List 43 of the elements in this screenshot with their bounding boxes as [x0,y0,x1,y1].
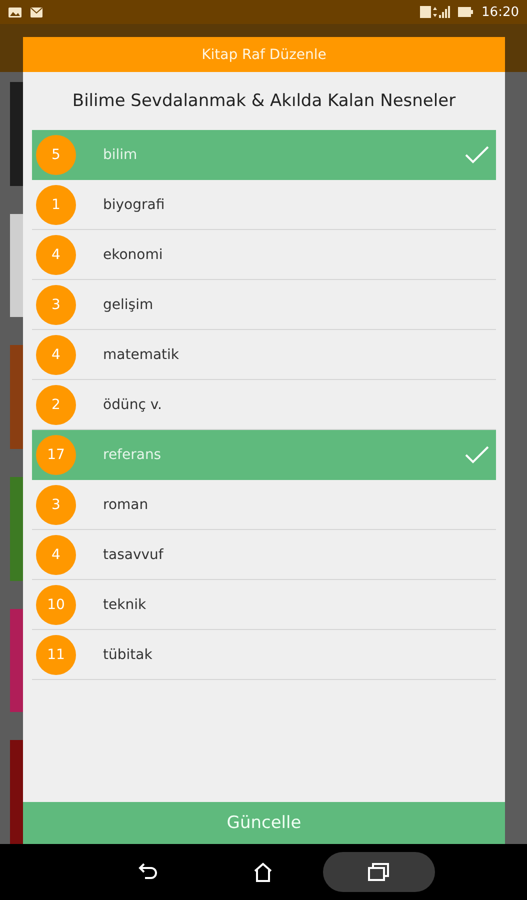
battery-icon [458,6,474,18]
shelf-name: tübitak [103,646,154,662]
count-badge: 11 [36,634,76,674]
count-badge: 3 [36,484,76,524]
count-badge: 4 [36,534,76,574]
shelf-name: referans [103,446,162,462]
shelf-name: matematik [103,346,180,362]
shelf-item[interactable]: 10 teknik [32,580,496,630]
shelf-name: roman [103,496,150,512]
recent-apps-button[interactable] [323,852,436,892]
image-icon [8,6,22,18]
shelf-item[interactable]: 11 tübitak [32,630,496,680]
shelf-name: tasavvuf [103,546,164,562]
shelf-name: teknik [103,596,148,612]
count-badge: 1 [36,184,76,224]
shelf-name: bilim [103,146,138,162]
signal-icon [420,5,450,19]
count-badge: 17 [36,434,76,474]
check-icon [464,444,490,464]
count-badge: 10 [36,584,76,624]
shelf-name: ödünç v. [103,396,163,412]
shelf-item[interactable]: 4 ekonomi [32,230,496,280]
shelf-item[interactable]: 4 matematik [32,330,496,380]
home-icon[interactable] [252,861,274,883]
back-icon[interactable] [136,862,159,882]
count-badge: 2 [36,384,76,424]
count-badge: 4 [36,234,76,274]
shelf-name: gelişim [103,296,154,312]
book-title: Bilime Sevdalanmak & Akılda Kalan Nesneler [71,90,457,113]
dialog-title: Kitap Raf Düzenle [23,37,505,72]
shelf-name: biyografi [103,196,166,212]
shelf-item[interactable]: 3 roman [32,480,496,530]
shelf-item[interactable]: 1 biyografi [32,180,496,230]
clock-time: 16:20 [482,4,519,20]
count-badge: 5 [36,134,76,174]
count-badge: 4 [36,334,76,374]
shelf-item[interactable]: 3 gelişim [32,280,496,330]
count-badge: 3 [36,284,76,324]
check-icon [464,144,490,164]
shelf-item[interactable]: 4 tasavvuf [32,530,496,580]
shelf-name: ekonomi [103,246,164,262]
windows-icon [367,861,392,883]
mail-icon [30,6,43,18]
